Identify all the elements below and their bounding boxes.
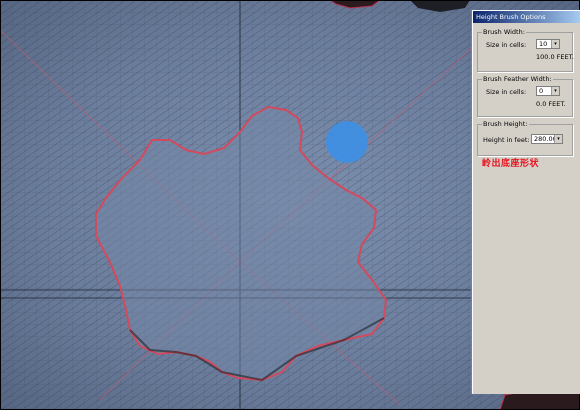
chevron-down-icon[interactable]: ▾ [551, 87, 559, 95]
brush-feather-width-spinner[interactable]: 0 ▾ [536, 86, 560, 96]
brush-width-readout: 100.0 FEET. [536, 53, 574, 61]
brush-width-label: Brush Width: [482, 28, 526, 36]
chevron-down-icon[interactable]: ▾ [554, 135, 562, 143]
panel-title: Height Brush Options [473, 11, 580, 23]
brush-height-label: Brush Height: [482, 120, 529, 128]
brush-feather-width-field-label: Size in cells: [486, 88, 527, 96]
brush-feather-width-label: Brush Feather Width: [482, 75, 553, 83]
circle-brush-icon [326, 121, 368, 163]
height-brush-options-panel: Height Brush Options Brush Width: Size i… [472, 10, 580, 394]
brush-height-spinner[interactable]: 280.00 ▾ [531, 134, 563, 144]
brush-feather-width-value: 0 [539, 87, 544, 95]
brush-width-field-label: Size in cells: [486, 41, 527, 49]
brush-feather-width-readout: 0.0 FEET. [536, 100, 566, 108]
brush-width-spinner[interactable]: 10 ▾ [536, 39, 560, 49]
brush-height-group: Brush Height: Height in feet: 280.00 ▾ [477, 120, 573, 156]
chevron-down-icon[interactable]: ▾ [551, 40, 559, 48]
brush-feather-width-group: Brush Feather Width: Size in cells: 0 ▾ … [477, 75, 573, 117]
brush-width-value: 10 [539, 40, 548, 48]
brush-height-field-label: Height in feet: [483, 136, 530, 144]
annotation-text: 岭出底座形状 [482, 159, 540, 169]
brush-width-group: Brush Width: Size in cells: 10 ▾ 100.0 F… [477, 28, 574, 72]
